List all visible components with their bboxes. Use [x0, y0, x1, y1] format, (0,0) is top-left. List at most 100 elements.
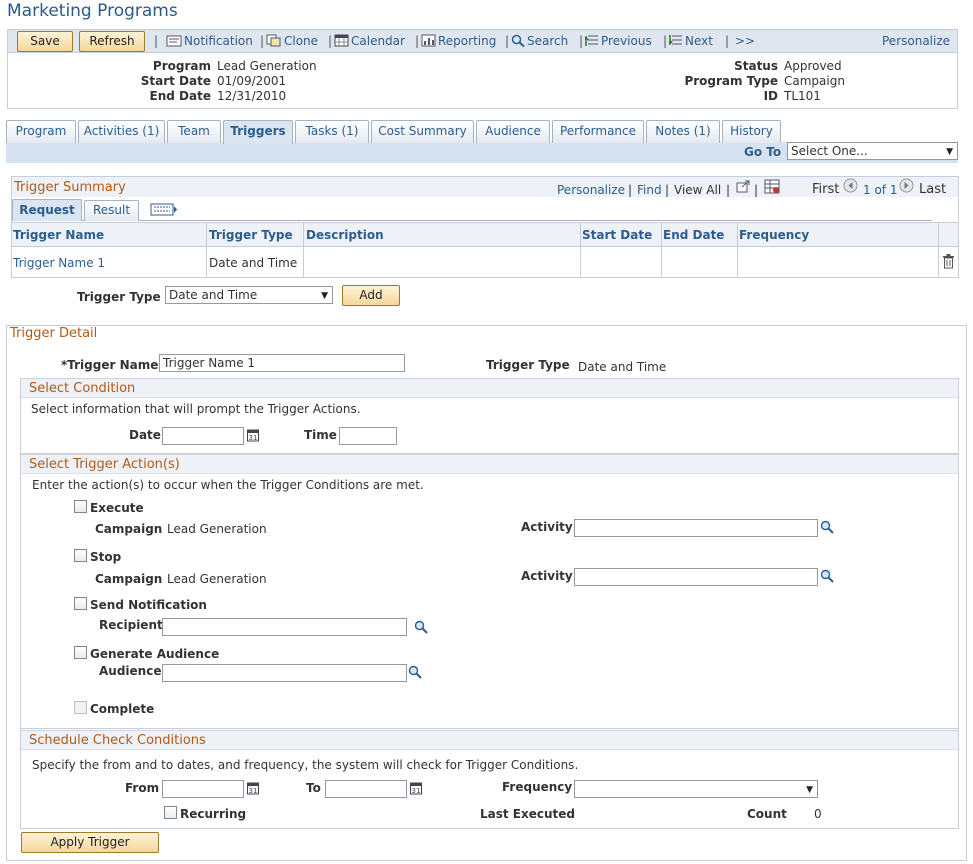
- execute-campaign-label: Campaign: [95, 522, 163, 536]
- notification-link[interactable]: Notification: [166, 34, 253, 48]
- status-label: Status: [734, 59, 778, 73]
- tab-cost-summary[interactable]: Cost Summary: [371, 120, 474, 143]
- recurring-checkbox[interactable]: [164, 806, 177, 819]
- tab-audience[interactable]: Audience: [476, 120, 550, 143]
- save-button[interactable]: Save: [17, 31, 73, 52]
- page-title: Marketing Programs: [7, 1, 178, 21]
- recurring-label: Recurring: [180, 807, 247, 821]
- clone-label: Clone: [284, 34, 319, 48]
- subtab-request[interactable]: Request: [12, 199, 82, 221]
- download-grid-icon[interactable]: [764, 179, 780, 194]
- stop-checkbox[interactable]: [74, 549, 87, 562]
- to-date-input[interactable]: [325, 780, 407, 798]
- col-trigger-type[interactable]: Trigger Type: [209, 228, 293, 242]
- stop-activity-input[interactable]: [574, 568, 818, 586]
- generate-audience-label: Generate Audience: [90, 647, 220, 661]
- last-link[interactable]: Last: [919, 182, 946, 197]
- calendar-icon[interactable]: 31: [410, 782, 422, 795]
- more-link[interactable]: >>: [735, 34, 755, 48]
- frequency-select[interactable]: ▼: [574, 780, 818, 798]
- show-all-columns-icon[interactable]: [150, 203, 178, 216]
- clone-link[interactable]: Clone: [266, 34, 318, 48]
- previous-row-icon[interactable]: [843, 178, 858, 193]
- row-trigger-name-link[interactable]: Trigger Name 1: [13, 256, 105, 270]
- send-notification-checkbox[interactable]: [74, 597, 87, 610]
- lookup-icon[interactable]: [820, 520, 834, 534]
- calendar-link[interactable]: Calendar: [334, 34, 405, 48]
- end-date-label: End Date: [149, 89, 211, 103]
- recipient-label: Recipient: [99, 618, 163, 632]
- generate-audience-checkbox[interactable]: [74, 646, 87, 659]
- from-date-input[interactable]: [162, 780, 244, 798]
- add-button[interactable]: Add: [342, 285, 400, 306]
- chevron-down-icon: ▼: [321, 291, 328, 301]
- reporting-label: Reporting: [438, 34, 497, 48]
- select-condition-title: Select Condition: [29, 381, 136, 396]
- row-trigger-type: Date and Time: [209, 256, 298, 270]
- svg-text:31: 31: [249, 434, 258, 442]
- lookup-icon[interactable]: [408, 665, 422, 679]
- grid-separator: |: [726, 183, 731, 197]
- tab-tasks[interactable]: Tasks (1): [295, 120, 369, 143]
- frequency-label: Frequency: [502, 780, 573, 794]
- next-row-icon[interactable]: [899, 178, 914, 193]
- trigger-actions-box: [20, 454, 959, 729]
- previous-link[interactable]: Previous: [585, 34, 652, 48]
- col-description[interactable]: Description: [306, 228, 384, 242]
- col-start-date[interactable]: Start Date: [582, 228, 652, 242]
- trigger-name-input[interactable]: Trigger Name 1: [159, 354, 405, 372]
- refresh-button[interactable]: Refresh: [79, 31, 145, 52]
- stop-activity-label: Activity: [521, 569, 573, 583]
- tab-team[interactable]: Team: [167, 120, 221, 143]
- tab-performance[interactable]: Performance: [552, 120, 644, 143]
- grid-separator: |: [754, 183, 759, 197]
- toolbar-separator: |: [260, 34, 265, 48]
- start-date-value: 01/09/2001: [217, 74, 287, 88]
- trigger-type-value: Date and Time: [578, 360, 667, 374]
- zoom-icon[interactable]: [736, 180, 750, 193]
- col-end-date[interactable]: End Date: [663, 228, 724, 242]
- tab-history[interactable]: History: [722, 120, 781, 143]
- trigger-type-label: Trigger Type: [486, 358, 570, 372]
- col-trigger-name[interactable]: Trigger Name: [13, 228, 104, 242]
- execute-activity-input[interactable]: [574, 519, 818, 537]
- reporting-link[interactable]: Reporting: [421, 34, 496, 48]
- personalize-link[interactable]: Personalize: [882, 34, 950, 48]
- time-input[interactable]: [339, 427, 397, 445]
- first-link[interactable]: First: [812, 182, 839, 197]
- toolbar-separator: |: [328, 34, 333, 48]
- calendar-icon[interactable]: 31: [247, 782, 259, 795]
- search-link[interactable]: Search: [511, 34, 568, 48]
- add-trigger-type-select[interactable]: Date and Time ▼: [165, 286, 333, 304]
- lookup-icon[interactable]: [820, 569, 834, 583]
- tab-program[interactable]: Program: [6, 120, 76, 143]
- last-executed-label: Last Executed: [480, 807, 575, 821]
- lookup-icon[interactable]: [414, 620, 428, 634]
- grid-find-link[interactable]: Find: [637, 183, 662, 197]
- complete-checkbox[interactable]: [74, 701, 87, 714]
- col-frequency[interactable]: Frequency: [739, 228, 809, 242]
- apply-trigger-button[interactable]: Apply Trigger: [21, 832, 159, 853]
- calendar-icon[interactable]: 31: [247, 429, 259, 442]
- next-link[interactable]: Next: [669, 34, 713, 48]
- audience-input[interactable]: [162, 664, 407, 682]
- view-all-link[interactable]: View All: [674, 183, 721, 197]
- schedule-title: Schedule Check Conditions: [29, 733, 206, 748]
- execute-checkbox[interactable]: [74, 500, 87, 513]
- date-input[interactable]: [162, 427, 244, 445]
- status-value: Approved: [784, 59, 842, 73]
- start-date-label: Start Date: [140, 74, 211, 88]
- tab-activities[interactable]: Activities (1): [78, 120, 165, 143]
- grid-separator: |: [628, 183, 633, 197]
- tab-triggers[interactable]: Triggers: [223, 120, 293, 144]
- date-label: Date: [129, 428, 161, 442]
- reporting-icon: [421, 34, 436, 47]
- subtab-result[interactable]: Result: [84, 200, 139, 221]
- search-label: Search: [527, 34, 569, 48]
- grid-personalize-link[interactable]: Personalize: [557, 183, 625, 197]
- tab-notes[interactable]: Notes (1): [646, 120, 720, 143]
- recipient-input[interactable]: [162, 618, 407, 636]
- goto-select[interactable]: Select One... ▼: [787, 142, 958, 160]
- delete-row-icon[interactable]: [942, 254, 955, 269]
- stop-campaign-value: Lead Generation: [167, 572, 267, 586]
